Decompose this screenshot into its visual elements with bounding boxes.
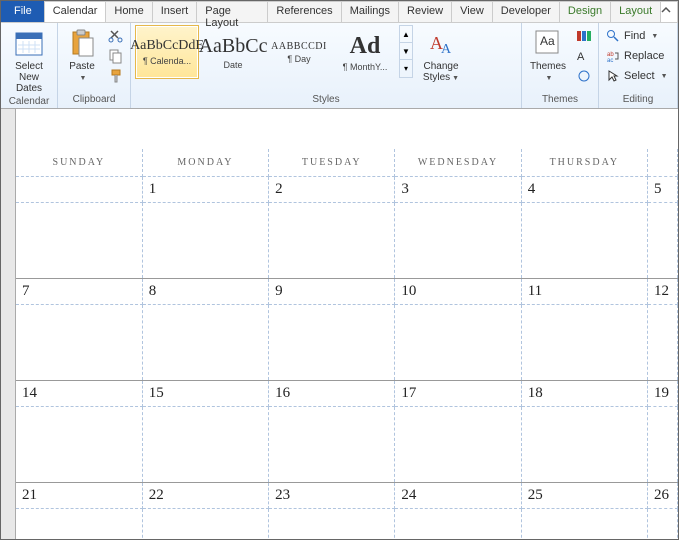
tab-insert[interactable]: Insert <box>152 1 198 22</box>
group-clipboard-label: Clipboard <box>73 94 116 105</box>
select-new-dates-label: Select New Dates <box>7 61 51 94</box>
calendar-table: SUNDAY MONDAY TUESDAY WEDNESDAY THURSDAY… <box>16 149 678 539</box>
change-styles-button[interactable]: A A Change Styles▼ <box>417 25 465 86</box>
svg-text:ac: ac <box>607 58 613 63</box>
vertical-ruler <box>1 109 16 539</box>
style-item-calendar[interactable]: AaBbCcDdE ¶ Calenda... <box>135 25 199 79</box>
svg-text:A: A <box>577 51 585 63</box>
theme-colors-button[interactable] <box>574 27 594 45</box>
colors-icon <box>576 28 592 44</box>
select-new-dates-button[interactable]: Select New Dates <box>5 25 53 96</box>
tab-references[interactable]: References <box>267 1 341 22</box>
calendar-page[interactable]: SUNDAY MONDAY TUESDAY WEDNESDAY THURSDAY… <box>16 109 678 539</box>
minimize-ribbon-button[interactable] <box>660 1 678 22</box>
tab-design[interactable]: Design <box>559 1 611 22</box>
calendar-header-row: SUNDAY MONDAY TUESDAY WEDNESDAY THURSDAY <box>16 149 678 177</box>
themes-button[interactable]: Aa Themes▼ <box>526 25 570 86</box>
themes-icon: Aa <box>532 27 564 59</box>
group-calendar-label: Calendar <box>5 96 53 108</box>
paste-label: Paste <box>69 61 95 72</box>
header-thursday: THURSDAY <box>521 149 647 177</box>
table-row: 12345 <box>16 177 678 203</box>
style-item-monthy[interactable]: Ad ¶ MonthY... <box>333 25 397 79</box>
themes-label: Themes <box>530 61 566 72</box>
effects-icon <box>576 68 592 84</box>
copy-button[interactable] <box>106 47 126 65</box>
header-sunday: SUNDAY <box>16 149 142 177</box>
replace-icon: abac <box>606 49 620 63</box>
brush-icon <box>108 68 124 84</box>
tab-mailings[interactable]: Mailings <box>341 1 399 22</box>
table-row <box>16 509 678 540</box>
find-icon <box>606 29 620 43</box>
group-styles: AaBbCcDdE ¶ Calenda... AaBbCc Date AABBC… <box>131 23 522 108</box>
svg-text:Aa: Aa <box>540 34 555 48</box>
replace-button[interactable]: abac Replace <box>603 47 673 65</box>
select-icon <box>606 69 620 83</box>
header-tuesday: TUESDAY <box>269 149 395 177</box>
cut-button[interactable] <box>106 27 126 45</box>
tab-layout[interactable]: Layout <box>610 1 661 22</box>
header-monday: MONDAY <box>142 149 268 177</box>
tab-view[interactable]: View <box>451 1 493 22</box>
copy-icon <box>108 48 124 64</box>
group-themes: Aa Themes▼ A Themes <box>522 23 599 108</box>
group-styles-label: Styles <box>135 94 517 108</box>
format-painter-button[interactable] <box>106 67 126 85</box>
tab-home[interactable]: Home <box>105 1 152 22</box>
gallery-down-button[interactable]: ▼ <box>400 43 412 60</box>
ribbon-tabs: File Calendar Home Insert Page Layout Re… <box>1 1 678 23</box>
change-styles-icon: A A <box>425 27 457 59</box>
table-row <box>16 203 678 279</box>
table-row: 141516171819 <box>16 381 678 407</box>
ribbon: Select New Dates Calendar Paste ▼ <box>1 23 678 109</box>
style-item-date[interactable]: AaBbCc Date <box>201 25 265 79</box>
gallery-scroll: ▲ ▼ ▾ <box>399 25 413 78</box>
group-themes-label: Themes <box>526 94 594 108</box>
theme-fonts-button[interactable]: A <box>574 47 594 65</box>
group-calendar: Select New Dates Calendar <box>1 23 58 108</box>
paste-button[interactable]: Paste ▼ <box>62 25 102 86</box>
select-button[interactable]: Select▼ <box>603 67 673 85</box>
tab-page-layout[interactable]: Page Layout <box>196 1 268 22</box>
calendar-icon <box>13 27 45 59</box>
group-clipboard: Paste ▼ Clipboard <box>58 23 131 108</box>
gallery-up-button[interactable]: ▲ <box>400 26 412 43</box>
find-button[interactable]: Find▼ <box>603 27 673 45</box>
header-wednesday: WEDNESDAY <box>395 149 521 177</box>
table-row: 789101112 <box>16 279 678 305</box>
tab-calendar[interactable]: Calendar <box>44 1 107 22</box>
gallery-more-button[interactable]: ▾ <box>400 60 412 77</box>
header-friday-cut <box>648 149 678 177</box>
svg-text:A: A <box>441 42 452 57</box>
style-gallery: AaBbCcDdE ¶ Calenda... AaBbCc Date AABBC… <box>135 25 413 79</box>
paste-icon <box>66 27 98 59</box>
table-row <box>16 407 678 483</box>
tab-file[interactable]: File <box>1 1 45 22</box>
dropdown-arrow-icon: ▼ <box>80 75 87 82</box>
document-area: SUNDAY MONDAY TUESDAY WEDNESDAY THURSDAY… <box>1 109 678 539</box>
group-editing: Find▼ abac Replace Select▼ Editing <box>599 23 678 108</box>
chevron-up-icon <box>661 5 671 15</box>
theme-effects-button[interactable] <box>574 67 594 85</box>
group-editing-label: Editing <box>603 94 673 108</box>
fonts-icon: A <box>576 48 592 64</box>
table-row: 212223242526 <box>16 483 678 509</box>
scissors-icon <box>108 28 124 44</box>
tab-developer[interactable]: Developer <box>492 1 560 22</box>
style-item-day[interactable]: AABBCCDI ¶ Day <box>267 25 331 79</box>
tab-review[interactable]: Review <box>398 1 452 22</box>
table-row <box>16 305 678 381</box>
